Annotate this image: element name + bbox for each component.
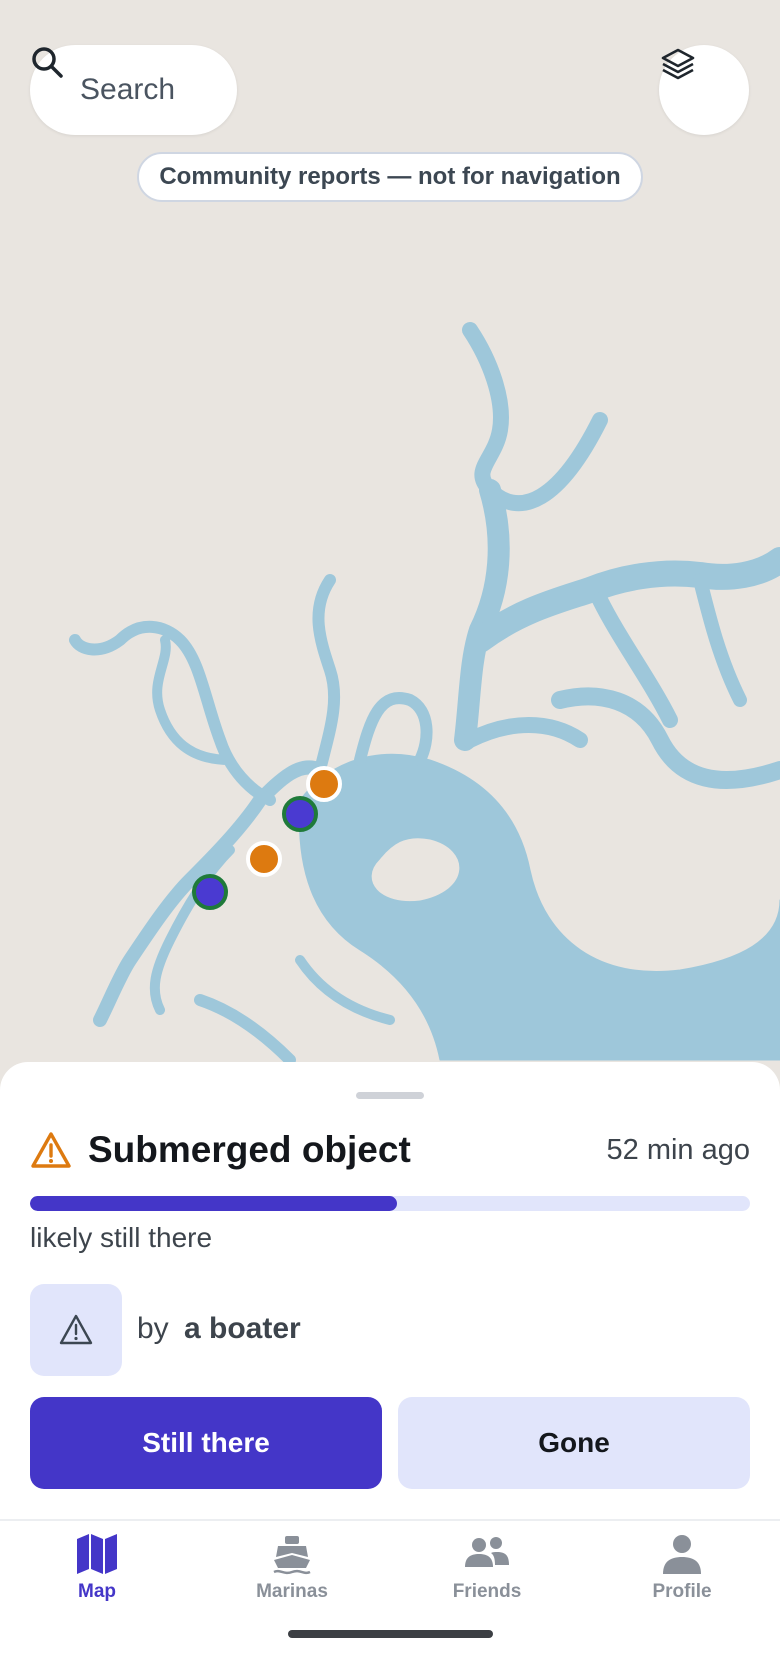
nav-item-map[interactable]: Map bbox=[32, 1533, 162, 1633]
person-icon bbox=[663, 1535, 701, 1574]
layers-icon bbox=[661, 48, 695, 80]
map-view[interactable]: Search Community reports — not for navig… bbox=[0, 0, 780, 1080]
likelihood-bar bbox=[30, 1196, 750, 1211]
home-indicator bbox=[288, 1630, 493, 1638]
nav-item-profile[interactable]: Profile bbox=[617, 1533, 747, 1633]
nav-item-friends[interactable]: Friends bbox=[422, 1533, 552, 1633]
disclaimer-banner: Community reports — not for navigation bbox=[137, 152, 643, 202]
still-there-button[interactable]: Still there bbox=[30, 1397, 382, 1489]
search-icon bbox=[32, 47, 63, 78]
likelihood-bar-fill bbox=[30, 1196, 398, 1211]
nav-label-profile: Profile bbox=[652, 1581, 712, 1602]
nav-label-friends: Friends bbox=[452, 1581, 522, 1602]
report-status: likely still there bbox=[30, 1222, 213, 1253]
map-icon bbox=[77, 1534, 117, 1574]
sheet-handle[interactable] bbox=[356, 1092, 424, 1099]
warning-outline-icon bbox=[59, 1314, 93, 1345]
boat-icon bbox=[273, 1536, 311, 1575]
by-label: by bbox=[137, 1312, 169, 1345]
gone-button[interactable]: Gone bbox=[398, 1397, 750, 1489]
author-name: a boater bbox=[184, 1312, 301, 1345]
report-time: 52 min ago bbox=[606, 1133, 751, 1166]
report-title: Submerged object bbox=[88, 1129, 411, 1170]
nav-label-map: Map bbox=[78, 1581, 116, 1602]
report-header: Submerged object 52 min ago bbox=[30, 1125, 750, 1175]
report-marker[interactable] bbox=[306, 766, 342, 802]
people-icon bbox=[465, 1537, 509, 1567]
report-marker[interactable] bbox=[246, 841, 282, 877]
search-bar[interactable]: Search bbox=[30, 45, 237, 135]
layers-button[interactable] bbox=[659, 45, 749, 135]
marina-marker[interactable] bbox=[282, 796, 318, 832]
marina-marker[interactable] bbox=[192, 874, 228, 910]
author-avatar bbox=[30, 1284, 122, 1376]
search-label: Search bbox=[80, 73, 176, 106]
nav-item-marinas[interactable]: Marinas bbox=[227, 1533, 357, 1633]
nav-label-marinas: Marinas bbox=[256, 1581, 328, 1602]
bottom-nav: Map Marinas Friends Profile bbox=[0, 1519, 780, 1659]
warning-icon bbox=[31, 1132, 71, 1168]
